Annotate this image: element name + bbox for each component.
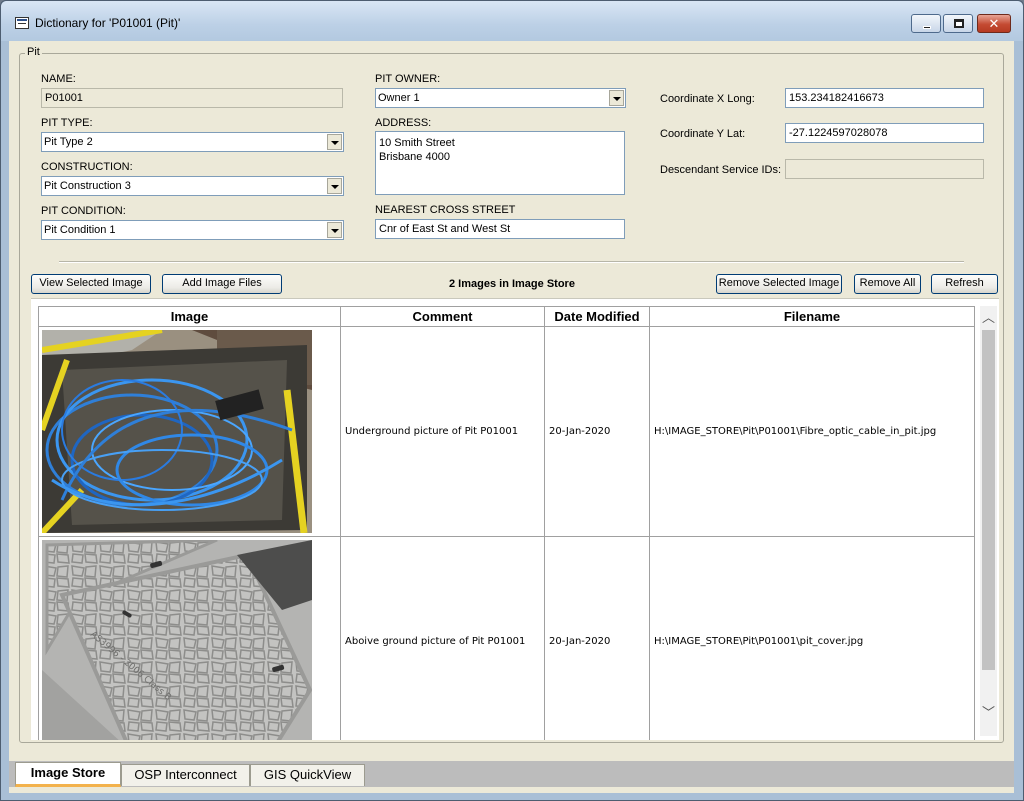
tab-image-store[interactable]: Image Store bbox=[15, 762, 121, 787]
address-line: Brisbane 4000 bbox=[379, 151, 450, 163]
coord-x-label: Coordinate X Long: bbox=[660, 93, 755, 105]
address-line: 10 Smith Street bbox=[379, 137, 455, 149]
minimize-button[interactable] bbox=[911, 14, 941, 33]
refresh-button[interactable]: Refresh bbox=[931, 274, 998, 294]
cross-street-field[interactable]: Cnr of East St and West St bbox=[375, 219, 625, 239]
coord-x-field[interactable]: 153.234182416673 bbox=[785, 88, 984, 108]
close-icon: ✕ bbox=[988, 16, 1000, 31]
bottom-tab-bar: Image Store OSP Interconnect GIS QuickVi… bbox=[9, 761, 1014, 787]
chevron-down-icon[interactable] bbox=[327, 134, 342, 150]
date-cell: 20-Jan-2020 bbox=[544, 536, 650, 740]
descendant-label: Descendant Service IDs: bbox=[660, 164, 782, 176]
condition-select[interactable]: Pit Condition 1 bbox=[41, 220, 344, 240]
maximize-icon bbox=[954, 19, 964, 28]
image-cell[interactable]: AS3996 - 2006 Class B bbox=[38, 536, 341, 740]
window-title: Dictionary for 'P01001 (Pit)' bbox=[35, 16, 181, 30]
vertical-scrollbar[interactable]: ︿ ﹀ bbox=[980, 306, 997, 736]
close-button[interactable]: ✕ bbox=[977, 14, 1011, 33]
condition-value: Pit Condition 1 bbox=[44, 224, 116, 236]
scroll-down-icon[interactable]: ﹀ bbox=[980, 704, 997, 721]
dictionary-window: Dictionary for 'P01001 (Pit)' ✕ Pit NAME… bbox=[0, 0, 1024, 801]
tab-gis-quickview[interactable]: GIS QuickView bbox=[250, 764, 365, 786]
name-label: NAME: bbox=[41, 73, 76, 85]
image-table: Image Comment Date Modified Filename Und… bbox=[38, 306, 975, 740]
scrollbar-thumb[interactable] bbox=[982, 330, 995, 670]
owner-label: PIT OWNER: bbox=[375, 73, 441, 85]
maximize-button[interactable] bbox=[943, 14, 973, 33]
condition-label: PIT CONDITION: bbox=[41, 205, 126, 217]
date-cell: 20-Jan-2020 bbox=[544, 326, 650, 537]
table-row[interactable]: Underground picture of Pit P01001 20-Jan… bbox=[38, 326, 975, 537]
construction-label: CONSTRUCTION: bbox=[41, 161, 133, 173]
minimize-icon bbox=[923, 26, 931, 29]
address-label: ADDRESS: bbox=[375, 117, 432, 129]
pit-cover-image: AS3996 - 2006 Class B bbox=[42, 538, 313, 740]
table-header-row: Image Comment Date Modified Filename bbox=[38, 306, 975, 327]
add-image-files-button[interactable]: Add Image Files bbox=[162, 274, 282, 294]
comment-cell: Underground picture of Pit P01001 bbox=[340, 326, 545, 537]
client-area: Pit NAME: P01001 PIT TYPE: Pit Type 2 CO… bbox=[9, 41, 1014, 793]
image-cell[interactable] bbox=[38, 326, 341, 537]
name-field: P01001 bbox=[41, 88, 343, 108]
construction-value: Pit Construction 3 bbox=[44, 180, 131, 192]
owner-value: Owner 1 bbox=[378, 92, 420, 104]
coord-y-field[interactable]: -27.1224597028078 bbox=[785, 123, 984, 143]
comment-cell: Aboive ground picture of Pit P01001 bbox=[340, 536, 545, 740]
tab-osp-interconnect[interactable]: OSP Interconnect bbox=[121, 764, 250, 786]
construction-select[interactable]: Pit Construction 3 bbox=[41, 176, 344, 196]
cross-street-label: NEAREST CROSS STREET bbox=[375, 204, 516, 216]
remove-all-button[interactable]: Remove All bbox=[854, 274, 921, 294]
pit-type-label: PIT TYPE: bbox=[41, 117, 93, 129]
image-grid-panel: Image Comment Date Modified Filename Und… bbox=[31, 298, 999, 740]
scroll-up-icon[interactable]: ︿ bbox=[980, 309, 997, 326]
filename-cell: H:\IMAGE_STORE\Pit\P01001\Fibre_optic_ca… bbox=[649, 326, 975, 537]
column-header[interactable]: Filename bbox=[649, 306, 975, 327]
window-icon bbox=[15, 17, 29, 29]
descendant-field bbox=[785, 159, 984, 179]
column-header[interactable]: Date Modified bbox=[544, 306, 650, 327]
image-count-label: 2 Images in Image Store bbox=[449, 278, 575, 290]
owner-select[interactable]: Owner 1 bbox=[375, 88, 626, 108]
title-bar[interactable]: Dictionary for 'P01001 (Pit)' ✕ bbox=[1, 1, 1023, 41]
chevron-down-icon[interactable] bbox=[327, 222, 342, 238]
remove-selected-image-button[interactable]: Remove Selected Image bbox=[716, 274, 842, 294]
groupbox-label: Pit bbox=[25, 46, 42, 58]
coord-y-label: Coordinate Y Lat: bbox=[660, 128, 746, 140]
column-header[interactable]: Image bbox=[38, 306, 341, 327]
table-row[interactable]: AS3996 - 2006 Class B Aboive ground pict… bbox=[38, 536, 975, 740]
view-selected-image-button[interactable]: View Selected Image bbox=[31, 274, 151, 294]
separator bbox=[59, 261, 964, 263]
pit-type-value: Pit Type 2 bbox=[44, 136, 93, 148]
column-header[interactable]: Comment bbox=[340, 306, 545, 327]
pit-type-select[interactable]: Pit Type 2 bbox=[41, 132, 344, 152]
chevron-down-icon[interactable] bbox=[327, 178, 342, 194]
address-textarea[interactable]: 10 Smith Street Brisbane 4000 bbox=[375, 131, 625, 195]
filename-cell: H:\IMAGE_STORE\Pit\P01001\pit_cover.jpg bbox=[649, 536, 975, 740]
chevron-down-icon[interactable] bbox=[609, 90, 624, 106]
pit-cable-image bbox=[39, 327, 312, 536]
